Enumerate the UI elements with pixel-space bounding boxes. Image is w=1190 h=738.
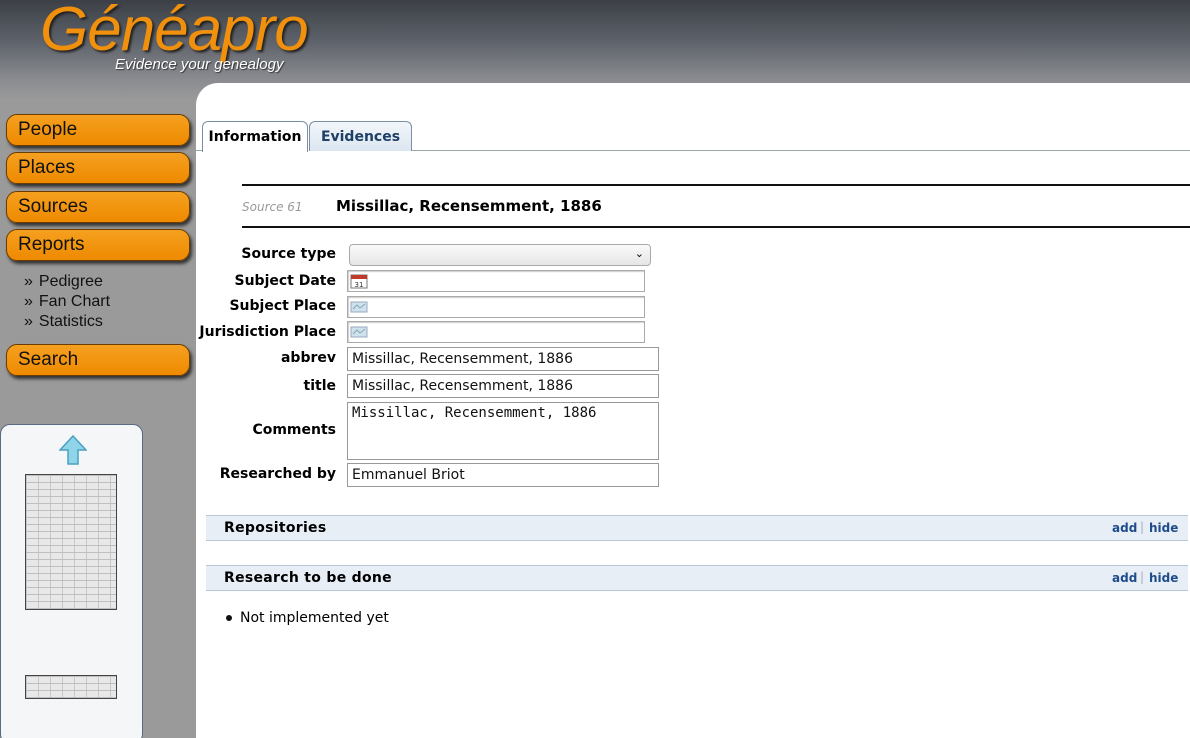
report-link-fan-chart[interactable]: » Fan Chart <box>24 293 110 311</box>
nav-search-button[interactable]: Search <box>6 344 190 376</box>
tab-evidences[interactable]: Evidences <box>309 121 412 151</box>
nav-places-button[interactable]: Places <box>6 152 190 184</box>
tab-divider <box>196 150 202 151</box>
subject-place-label: Subject Place <box>229 298 336 314</box>
repositories-add-link[interactable]: add <box>1112 521 1137 535</box>
bullet-glyph: » <box>24 293 33 310</box>
repositories-section-header: Repositories add | hide <box>206 515 1188 541</box>
repositories-title: Repositories <box>224 520 327 536</box>
bullet-dot <box>226 615 232 621</box>
source-type-label: Source type <box>241 246 336 262</box>
comments-textarea[interactable]: Missillac, Recensemment, 1886 <box>347 402 659 460</box>
app-tagline: Evidence your genealogy <box>115 56 284 73</box>
link-separator: | <box>1140 570 1145 584</box>
nav-people-button[interactable]: People <box>6 114 190 146</box>
research-add-link[interactable]: add <box>1112 571 1137 585</box>
subject-date-label: Subject Date <box>234 273 337 289</box>
report-link-label: Pedigree <box>38 273 103 290</box>
calendar-icon[interactable]: 31 <box>350 273 368 289</box>
researched-by-label: Researched by <box>219 466 336 482</box>
researched-by-input[interactable]: Emmanuel Briot <box>347 463 659 487</box>
title-input[interactable]: Missillac, Recensemment, 1886 <box>347 374 659 398</box>
source-id: Source 61 <box>242 200 303 214</box>
research-hide-link[interactable]: hide <box>1149 571 1178 585</box>
nav-sources-button[interactable]: Sources <box>6 191 190 223</box>
report-link-pedigree[interactable]: » Pedigree <box>24 273 103 291</box>
tab-information[interactable]: Information <box>202 121 308 152</box>
title-rule-bottom <box>242 226 1190 228</box>
jurisdiction-place-label: Jurisdiction Place <box>199 324 336 340</box>
research-section-header: Research to be done add | hide <box>206 565 1188 591</box>
scroll-up-arrow-icon[interactable] <box>59 435 87 465</box>
research-title: Research to be done <box>224 570 392 586</box>
document-thumbnail[interactable] <box>25 474 117 610</box>
abbrev-label: abbrev <box>280 350 336 366</box>
document-thumbnail[interactable] <box>25 675 117 699</box>
source-title: Missillac, Recensemment, 1886 <box>336 197 602 215</box>
link-separator: | <box>1140 520 1145 534</box>
chevron-down-icon: ⌄ <box>634 247 644 260</box>
todo-text: Not implemented yet <box>240 610 389 626</box>
calendar-day: 31 <box>355 281 364 289</box>
nav-reports-button[interactable]: Reports <box>6 229 190 261</box>
source-type-select[interactable]: ⌄ <box>349 244 651 266</box>
title-label: title <box>303 378 336 394</box>
tab-divider <box>412 150 1190 151</box>
subject-date-field[interactable]: 31 <box>347 270 645 292</box>
subject-place-field[interactable] <box>347 296 645 318</box>
abbrev-input[interactable]: Missillac, Recensemment, 1886 <box>347 347 659 371</box>
jurisdiction-place-field[interactable] <box>347 321 645 343</box>
main-content: Information Evidences Source 61 Missilla… <box>196 83 1190 738</box>
title-rule-top <box>242 184 1190 186</box>
report-link-statistics[interactable]: » Statistics <box>24 313 103 331</box>
bullet-glyph: » <box>24 313 33 330</box>
repositories-hide-link[interactable]: hide <box>1149 521 1178 535</box>
list-item: Not implemented yet <box>226 610 389 626</box>
report-link-label: Statistics <box>38 313 103 330</box>
bullet-glyph: » <box>24 273 33 290</box>
report-link-label: Fan Chart <box>38 293 111 310</box>
map-icon[interactable] <box>350 324 368 340</box>
map-icon[interactable] <box>350 299 368 315</box>
comments-label: Comments <box>252 422 336 438</box>
thumbnail-panel <box>0 424 143 738</box>
